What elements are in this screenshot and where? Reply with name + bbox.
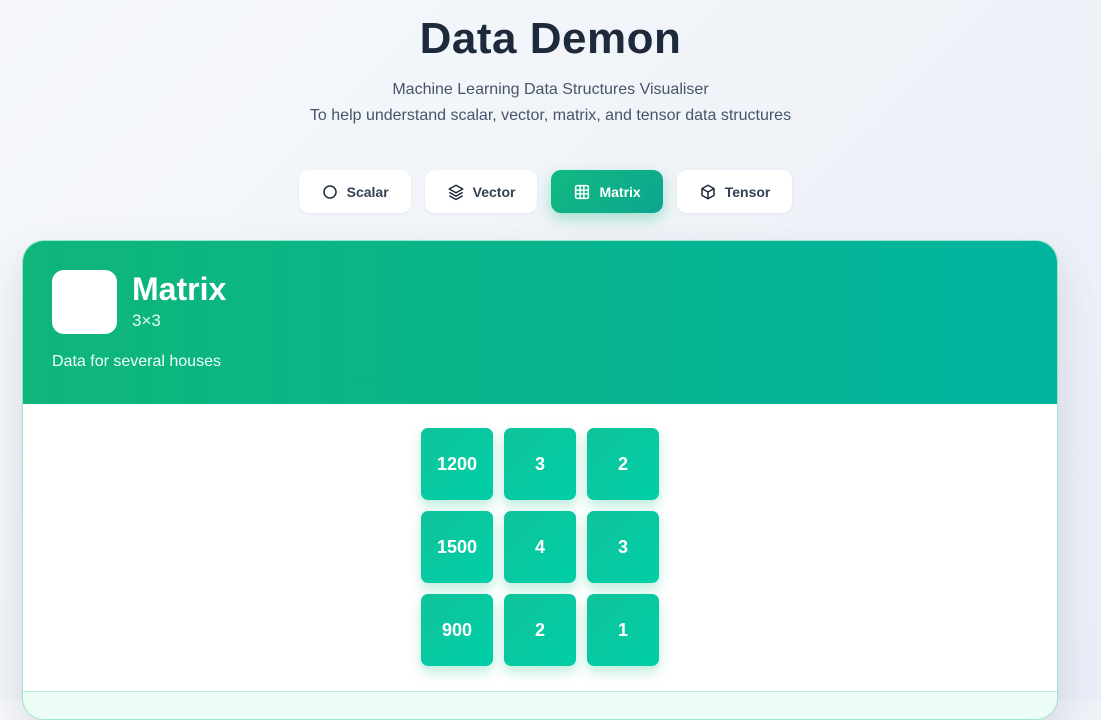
card-dimensions: 3×3 xyxy=(132,311,161,330)
tab-scalar[interactable]: Scalar xyxy=(298,170,411,213)
matrix-cell[interactable]: 1 xyxy=(587,594,659,666)
matrix-cell[interactable]: 2 xyxy=(504,594,576,666)
matrix-visual: 1200 3 2 1500 4 3 900 2 1 xyxy=(421,428,659,666)
card-footer xyxy=(23,691,1057,719)
page-title: Data Demon xyxy=(419,14,682,63)
card-description: Data for several houses xyxy=(52,353,221,370)
tab-scalar-label: Scalar xyxy=(346,183,389,200)
grid-icon xyxy=(575,184,590,199)
card-title: Matrix xyxy=(132,271,227,307)
matrix-cell[interactable]: 1200 xyxy=(421,428,493,500)
tab-vector[interactable]: Vector xyxy=(424,170,538,213)
structure-tabs: Scalar Vector Matrix Tensor xyxy=(0,170,1101,213)
matrix-cell[interactable]: 2 xyxy=(587,428,659,500)
page-header: Data Demon Machine Learning Data Structu… xyxy=(0,0,1101,126)
page-subtitle: Machine Learning Data Structures Visuali… xyxy=(392,81,709,98)
structure-icon xyxy=(52,270,117,334)
structure-card: Matrix 3×3 Data for several houses 1200 … xyxy=(22,240,1058,720)
tab-matrix-label: Matrix xyxy=(599,183,641,200)
tab-matrix[interactable]: Matrix xyxy=(551,170,663,213)
tab-vector-label: Vector xyxy=(472,183,516,200)
card-header: Matrix 3×3 Data for several houses xyxy=(23,241,1057,404)
cube-icon xyxy=(700,184,715,199)
matrix-grid: 1200 3 2 1500 4 3 900 2 1 xyxy=(421,428,659,666)
circle-icon xyxy=(322,184,337,199)
tab-tensor[interactable]: Tensor xyxy=(676,170,793,213)
tab-tensor-label: Tensor xyxy=(724,183,771,200)
layers-icon xyxy=(448,184,464,200)
matrix-cell[interactable]: 3 xyxy=(587,511,659,583)
matrix-cell[interactable]: 900 xyxy=(421,594,493,666)
matrix-cell[interactable]: 1500 xyxy=(421,511,493,583)
matrix-cell[interactable]: 3 xyxy=(504,428,576,500)
matrix-cell[interactable]: 4 xyxy=(504,511,576,583)
page-description: To help understand scalar, vector, matri… xyxy=(309,107,792,124)
